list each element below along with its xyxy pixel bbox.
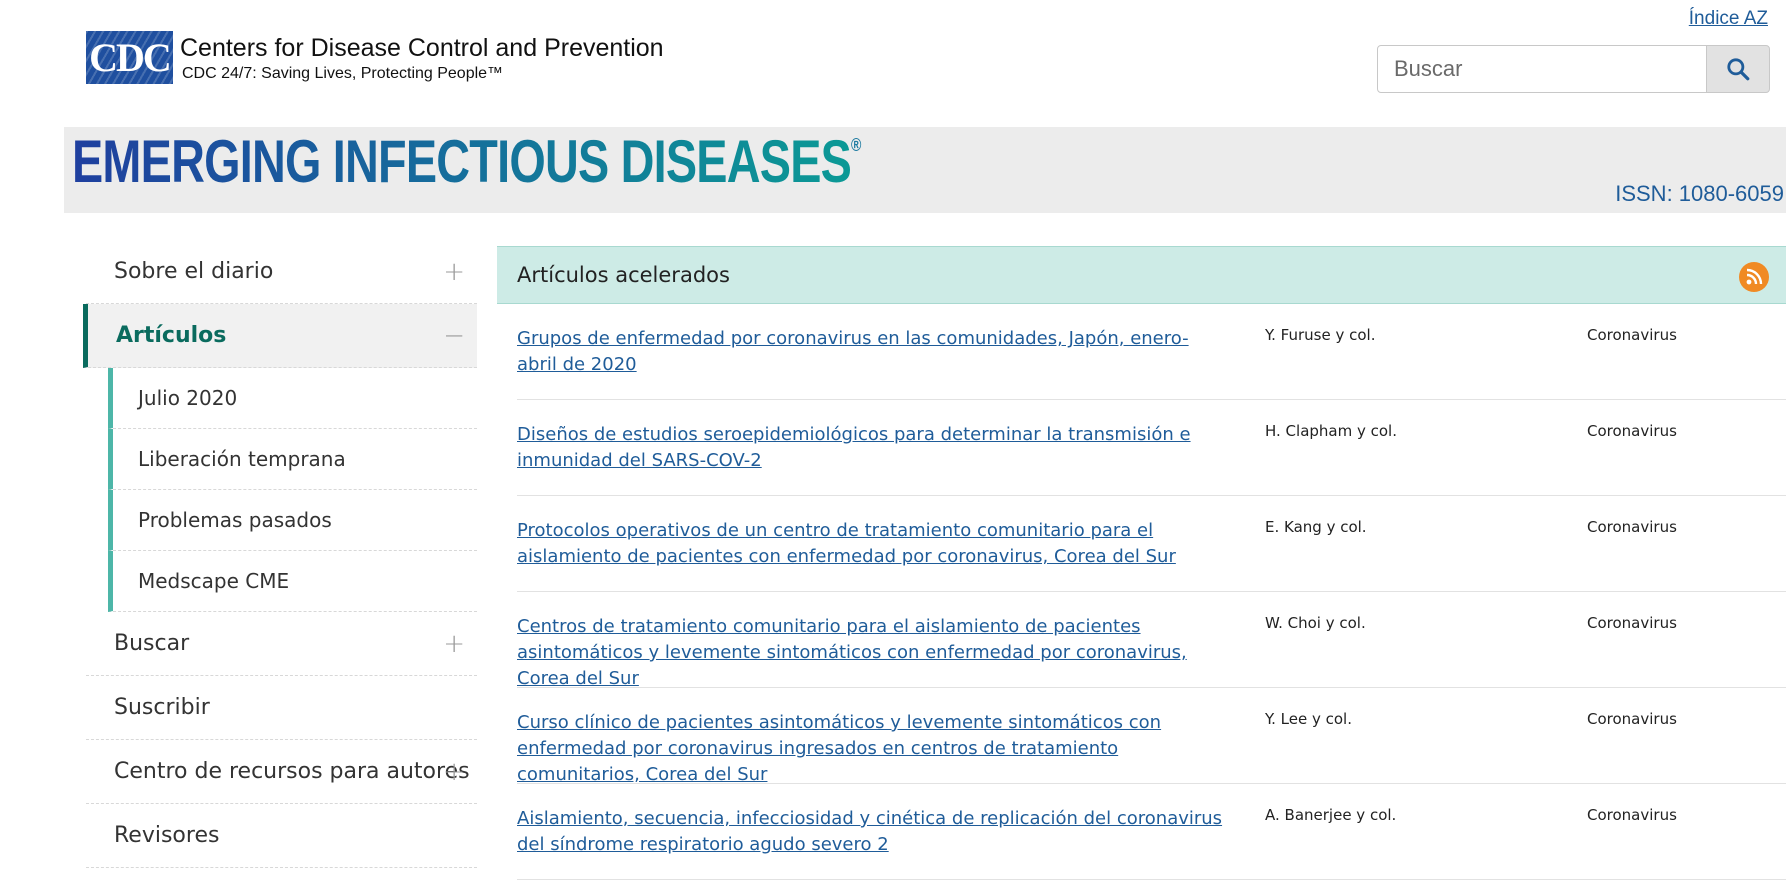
search-icon — [1727, 58, 1750, 81]
article-author: Y. Furuse y col. — [1265, 326, 1376, 344]
sidebar-item-about[interactable]: Sobre el diario + — [86, 240, 477, 304]
registered-mark: ® — [851, 135, 861, 155]
sidebar-subitem-past-issues[interactable]: Problemas pasados — [108, 490, 477, 551]
article-row: Centros de tratamiento comunitario para … — [517, 592, 1786, 689]
article-category: Coronavirus — [1587, 326, 1677, 344]
article-list: Grupos de enfermedad por coronavirus en … — [497, 304, 1786, 880]
search-input[interactable] — [1377, 45, 1707, 93]
article-row: Protocolos operativos de un centro de tr… — [517, 496, 1786, 592]
article-title-link[interactable]: Diseños de estudios seroepidemiológicos … — [517, 422, 1227, 474]
article-category: Coronavirus — [1587, 806, 1677, 824]
az-index-link[interactable]: Índice AZ — [1689, 8, 1768, 30]
article-category: Coronavirus — [1587, 518, 1677, 536]
expand-icon[interactable]: + — [443, 757, 465, 787]
cdc-logo-text: CDC — [89, 35, 172, 80]
main-content: Artículos acelerados Grupos de enfermeda… — [497, 246, 1786, 880]
sidebar-item-search[interactable]: Buscar + — [86, 612, 477, 676]
sidebar-item-reviewers[interactable]: Revisores — [86, 804, 477, 868]
article-author: A. Banerjee y col. — [1265, 806, 1397, 824]
sidebar-item-label: Suscribir — [114, 695, 210, 720]
sidebar-subitem-july-2020[interactable]: Julio 2020 — [108, 368, 477, 429]
sidebar-item-label: Buscar — [114, 631, 190, 656]
expand-icon[interactable]: + — [443, 629, 465, 659]
rss-icon[interactable] — [1739, 262, 1769, 292]
sidebar-item-label: Revisores — [114, 823, 220, 848]
article-row: Curso clínico de pacientes asintomáticos… — [517, 688, 1786, 785]
sidebar-subitem-medscape-cme[interactable]: Medscape CME — [108, 551, 477, 612]
cdc-logo[interactable]: CDC — [86, 31, 173, 84]
sidebar-item-author-resources[interactable]: Centro de recursos para autores + — [86, 740, 477, 804]
article-row: Grupos de enfermedad por coronavirus en … — [517, 304, 1786, 400]
sidebar-item-articles[interactable]: Artículos − — [83, 304, 477, 368]
article-author: W. Choi y col. — [1265, 614, 1366, 632]
articles-submenu: Julio 2020 Liberación temprana Problemas… — [108, 368, 477, 612]
journal-title-text: EMERGING INFECTIOUS DISEASES — [72, 128, 852, 195]
sidebar-nav: Sobre el diario + Artículos − Julio 2020… — [83, 240, 477, 868]
org-tagline: CDC 24/7: Saving Lives, Protecting Peopl… — [182, 65, 504, 82]
article-title-link[interactable]: Grupos de enfermedad por coronavirus en … — [517, 326, 1227, 378]
org-name[interactable]: Centers for Disease Control and Preventi… — [180, 34, 664, 63]
search-button[interactable] — [1706, 45, 1770, 93]
sidebar-item-label: Sobre el diario — [114, 259, 274, 284]
article-row: Aislamiento, secuencia, infecciosidad y … — [517, 784, 1786, 880]
section-header: Artículos acelerados — [497, 246, 1786, 304]
sidebar-subitem-early-release[interactable]: Liberación temprana — [108, 429, 477, 490]
sidebar-item-subscribe[interactable]: Suscribir — [86, 676, 477, 740]
expand-icon[interactable]: + — [443, 257, 465, 287]
article-title-link[interactable]: Protocolos operativos de un centro de tr… — [517, 518, 1227, 570]
article-author: E. Kang y col. — [1265, 518, 1367, 536]
issn: ISSN: 1080-6059 — [1615, 181, 1784, 206]
journal-banner: EMERGING INFECTIOUS DISEASES® ISSN: 1080… — [64, 127, 1786, 213]
article-title-link[interactable]: Aislamiento, secuencia, infecciosidad y … — [517, 806, 1227, 858]
sidebar-subitem-label: Liberación temprana — [138, 447, 346, 471]
section-title: Artículos acelerados — [517, 263, 730, 287]
journal-title[interactable]: EMERGING INFECTIOUS DISEASES® — [72, 127, 861, 196]
sidebar-subitem-label: Problemas pasados — [138, 508, 332, 532]
article-category: Coronavirus — [1587, 422, 1677, 440]
article-author: Y. Lee y col. — [1265, 710, 1352, 728]
article-title-link[interactable]: Centros de tratamiento comunitario para … — [517, 614, 1227, 692]
sidebar-item-label: Artículos — [116, 323, 227, 348]
article-category: Coronavirus — [1587, 614, 1677, 632]
collapse-icon[interactable]: − — [443, 321, 465, 351]
sidebar-subitem-label: Medscape CME — [138, 569, 290, 593]
article-title-link[interactable]: Curso clínico de pacientes asintomáticos… — [517, 710, 1227, 788]
article-category: Coronavirus — [1587, 710, 1677, 728]
sidebar-item-label: Centro de recursos para autores — [114, 759, 470, 784]
article-row: Diseños de estudios seroepidemiológicos … — [517, 400, 1786, 496]
sidebar-subitem-label: Julio 2020 — [138, 386, 238, 410]
article-author: H. Clapham y col. — [1265, 422, 1397, 440]
rss-feed-glyph — [1746, 268, 1763, 285]
